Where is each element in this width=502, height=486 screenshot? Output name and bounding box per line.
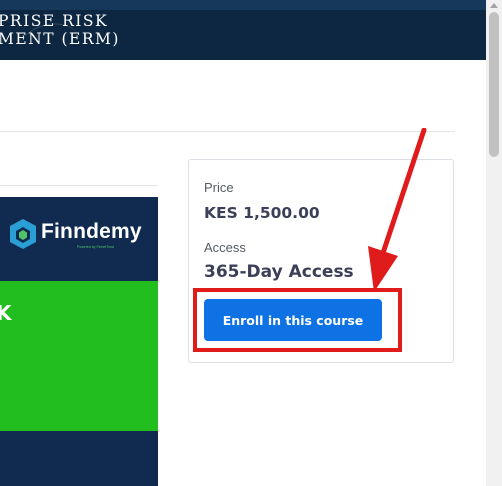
course-thumbnail: Finndemy Powered by FinnetTrust K	[0, 197, 158, 486]
purchase-card: Price KES 1,500.00 Access 365-Day Access…	[188, 159, 454, 363]
brand-tagline: Powered by FinnetTrust	[77, 245, 115, 249]
banner-top-stripe	[0, 0, 486, 10]
scroll-up-arrow-icon[interactable]	[490, 3, 498, 8]
enroll-button[interactable]: Enroll in this course	[204, 299, 382, 341]
thumbnail-green-panel	[0, 281, 158, 431]
access-value: 365-Day Access	[204, 262, 354, 282]
course-title-banner: PRISE RISK MENT (ERM)	[0, 0, 486, 60]
price-label: Price	[204, 180, 234, 195]
course-title-line-1: PRISE RISK	[0, 12, 109, 30]
price-value: KES 1,500.00	[204, 204, 320, 222]
scrollbar-thumb[interactable]	[489, 12, 499, 157]
course-title: PRISE RISK MENT (ERM)	[0, 12, 120, 48]
access-label: Access	[204, 240, 246, 255]
thumbnail-text-fragment: K	[0, 301, 12, 325]
image-frame-line	[0, 185, 158, 186]
brand-name: Finndemy	[41, 220, 142, 243]
section-divider	[0, 131, 455, 132]
finndemy-logo-icon	[10, 219, 36, 249]
page-scrollbar[interactable]	[486, 0, 502, 486]
course-title-line-2: MENT (ERM)	[0, 30, 120, 48]
